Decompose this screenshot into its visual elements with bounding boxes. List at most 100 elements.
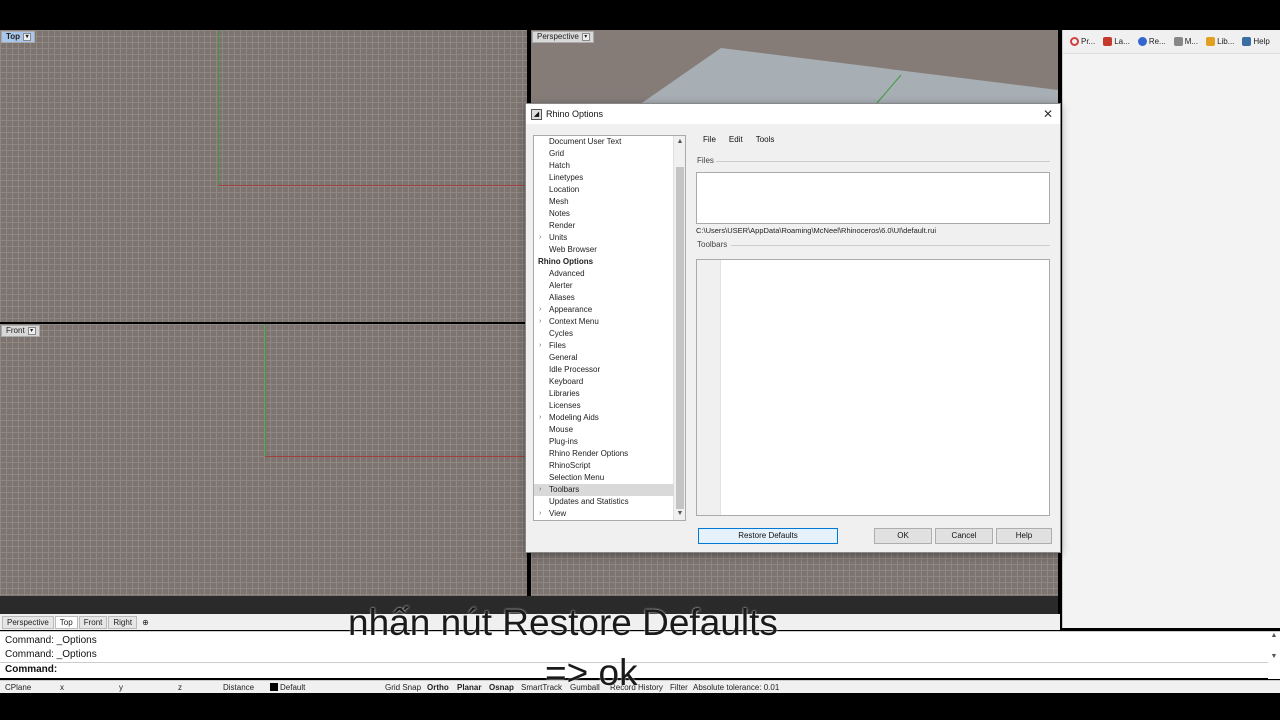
files-list[interactable] bbox=[696, 172, 1050, 224]
ok-button[interactable]: OK bbox=[874, 528, 932, 544]
chevron-down-icon[interactable]: ▾ bbox=[27, 327, 36, 335]
cplane-indicator[interactable]: CPlane bbox=[5, 682, 31, 693]
tree-item[interactable]: Cycles bbox=[534, 328, 674, 340]
scroll-down-icon[interactable]: ▼ bbox=[1268, 653, 1280, 660]
menu-file[interactable]: File bbox=[703, 135, 716, 144]
panel-tab-materials[interactable]: M... bbox=[1171, 35, 1201, 48]
tree-item[interactable]: › Units bbox=[534, 232, 674, 244]
tree-item[interactable]: Location bbox=[534, 184, 674, 196]
menu-tools[interactable]: Tools bbox=[756, 135, 775, 144]
x-axis-line bbox=[265, 456, 527, 457]
viewport-label-top[interactable]: Top ▾ bbox=[1, 31, 36, 43]
panel-tab-render[interactable]: Re... bbox=[1135, 35, 1169, 48]
tree-item[interactable]: RhinoScript bbox=[534, 460, 674, 472]
tree-item[interactable]: Render bbox=[534, 220, 674, 232]
viewport-top[interactable]: Top ▾ bbox=[0, 30, 527, 322]
tree-item[interactable]: Keyboard bbox=[534, 376, 674, 388]
tree-item[interactable]: › Files bbox=[534, 340, 674, 352]
chevron-right-icon[interactable]: › bbox=[539, 304, 541, 316]
scroll-up-icon[interactable]: ▲ bbox=[674, 136, 685, 148]
properties-icon bbox=[1070, 37, 1079, 46]
tree-item[interactable]: General bbox=[534, 352, 674, 364]
scroll-up-icon[interactable]: ▲ bbox=[1268, 632, 1280, 639]
tree-item[interactable]: › Context Menu bbox=[534, 316, 674, 328]
dialog-titlebar[interactable]: ◢ Rhino Options ✕ bbox=[526, 104, 1060, 124]
close-icon[interactable]: ✕ bbox=[1040, 106, 1056, 122]
chevron-right-icon[interactable]: › bbox=[539, 232, 541, 244]
options-tree[interactable]: ▲ ▼ Document User Text Grid Hatch Linetypes… bbox=[533, 135, 686, 521]
rhino-app-icon: ◢ bbox=[531, 108, 542, 120]
tolerance-readout: Absolute tolerance: 0.01 bbox=[693, 683, 780, 692]
tree-item[interactable]: Plug-ins bbox=[534, 436, 674, 448]
tree-item[interactable]: Rhino Render Options bbox=[534, 448, 674, 460]
tree-item[interactable]: Linetypes bbox=[534, 172, 674, 184]
tree-item[interactable]: Notes bbox=[534, 208, 674, 220]
tree-item-label: Cycles bbox=[549, 329, 574, 338]
cancel-button[interactable]: Cancel bbox=[935, 528, 993, 544]
scroll-down-icon[interactable]: ▼ bbox=[674, 508, 685, 520]
panel-tab-layers[interactable]: La... bbox=[1100, 35, 1133, 48]
tree-item[interactable]: Hatch bbox=[534, 160, 674, 172]
osnap-toggle[interactable]: Osnap bbox=[489, 682, 514, 693]
chevron-down-icon[interactable]: ▾ bbox=[581, 33, 590, 41]
tree-item-label: Linetypes bbox=[549, 173, 584, 182]
chevron-right-icon[interactable]: › bbox=[539, 316, 541, 328]
chevron-right-icon[interactable]: › bbox=[539, 484, 541, 496]
tab-right[interactable]: Right bbox=[108, 615, 138, 629]
restore-defaults-button[interactable]: Restore Defaults bbox=[698, 528, 838, 544]
tree-item[interactable]: Libraries bbox=[534, 388, 674, 400]
layer-indicator[interactable]: Default bbox=[270, 682, 305, 693]
viewport-label-perspective[interactable]: Perspective ▾ bbox=[532, 31, 594, 43]
panel-tab-help[interactable]: Help bbox=[1239, 35, 1272, 48]
tab-perspective[interactable]: Perspective bbox=[2, 615, 54, 629]
chevron-right-icon[interactable]: › bbox=[539, 340, 541, 352]
tree-item[interactable]: Rhino Options bbox=[534, 256, 674, 268]
add-viewport-icon[interactable]: ⊕ bbox=[138, 617, 153, 628]
tree-item[interactable]: Selection Menu bbox=[534, 472, 674, 484]
filter-toggle[interactable]: Filter bbox=[670, 682, 688, 693]
command-scrollbar[interactable]: ▲ ▼ bbox=[1268, 632, 1280, 679]
tree-item[interactable]: Mesh bbox=[534, 196, 674, 208]
viewport-front[interactable]: Front ▾ bbox=[0, 324, 527, 614]
panel-tab-properties[interactable]: Pr... bbox=[1067, 35, 1098, 48]
planar-toggle[interactable]: Planar bbox=[457, 682, 481, 693]
tree-item[interactable]: › Modeling Aids bbox=[534, 412, 674, 424]
grid-snap-toggle[interactable]: Grid Snap bbox=[385, 682, 421, 693]
tree-item[interactable]: Grid bbox=[534, 148, 674, 160]
tree-item[interactable]: Updates and Statistics bbox=[534, 496, 674, 508]
scroll-thumb[interactable] bbox=[676, 167, 684, 509]
panel-tab-libraries[interactable]: Lib... bbox=[1203, 35, 1237, 48]
rhino-options-dialog: ◢ Rhino Options ✕ ▲ ▼ Document User Text… bbox=[525, 103, 1061, 553]
tree-scrollbar[interactable]: ▲ ▼ bbox=[673, 136, 685, 520]
help-button[interactable]: Help bbox=[996, 528, 1052, 544]
tab-top[interactable]: Top bbox=[54, 615, 78, 629]
tree-item[interactable]: Aliases bbox=[534, 292, 674, 304]
tree-item[interactable]: › View bbox=[534, 508, 674, 520]
chevron-right-icon[interactable]: › bbox=[539, 412, 541, 424]
chevron-down-icon[interactable]: ▾ bbox=[23, 33, 32, 41]
y-axis-line bbox=[218, 30, 219, 185]
tab-front[interactable]: Front bbox=[78, 615, 108, 629]
toolbar-file-path: C:\Users\USER\AppData\Roaming\McNeel\Rhi… bbox=[696, 226, 937, 235]
toolbars-checkbox-column bbox=[697, 260, 721, 515]
toolbars-list[interactable] bbox=[696, 259, 1050, 516]
tree-item[interactable]: Web Browser bbox=[534, 244, 674, 256]
tree-item[interactable]: › Toolbars bbox=[534, 484, 674, 496]
menu-edit[interactable]: Edit bbox=[729, 135, 743, 144]
panel-tab-label: Re... bbox=[1148, 37, 1166, 46]
panel-tabs: Pr... La... Re... M... Lib... Help bbox=[1063, 30, 1280, 54]
tree-item[interactable]: Licenses bbox=[534, 400, 674, 412]
tree-item[interactable]: › Appearance bbox=[534, 304, 674, 316]
viewport-label-front[interactable]: Front ▾ bbox=[1, 325, 40, 337]
tree-item[interactable]: Alerter bbox=[534, 280, 674, 292]
chevron-right-icon[interactable]: › bbox=[539, 508, 541, 520]
tree-item[interactable]: Document User Text bbox=[534, 136, 674, 148]
toolbars-group-label: Toolbars bbox=[697, 240, 728, 249]
tree-item[interactable]: Idle Processor bbox=[534, 364, 674, 376]
layers-icon bbox=[1103, 37, 1113, 46]
tree-item-label: Context Menu bbox=[549, 317, 599, 326]
tree-item[interactable]: Mouse bbox=[534, 424, 674, 436]
command-prompt[interactable]: Command: bbox=[5, 664, 57, 675]
ortho-toggle[interactable]: Ortho bbox=[427, 682, 449, 693]
tree-item[interactable]: Advanced bbox=[534, 268, 674, 280]
